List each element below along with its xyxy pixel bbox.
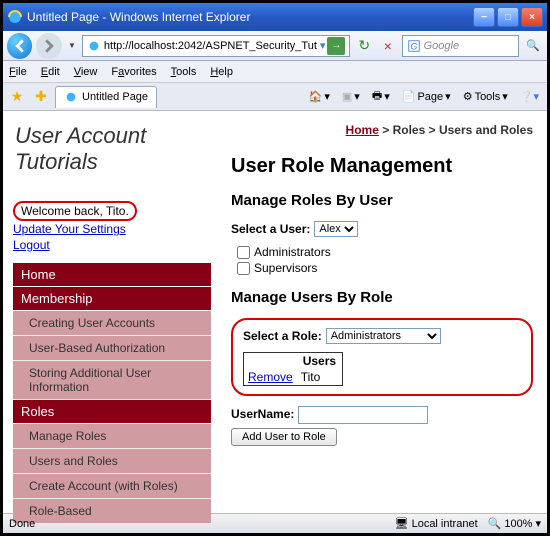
nav-creating-accounts[interactable]: Creating User Accounts (13, 311, 211, 336)
forward-button[interactable] (36, 33, 61, 59)
select-user-label: Select a User: (231, 222, 310, 236)
zoom-icon: 🔍 (488, 517, 502, 530)
status-text: Done (9, 518, 35, 530)
tab-bar: ★ ✚ Untitled Page 🏠 ▾ ▣ ▾ 🖶 ▾ 📄 Page ▾ ⚙… (3, 83, 547, 111)
menu-view[interactable]: View (74, 66, 98, 78)
nav-roles[interactable]: Roles (13, 400, 211, 424)
menu-tools[interactable]: Tools (171, 66, 197, 78)
refresh-button[interactable]: ↻ (354, 36, 374, 56)
menu-edit[interactable]: Edit (41, 66, 60, 78)
gear-icon: ⚙ (463, 90, 473, 103)
nav-history-dropdown-icon[interactable]: ▼ (66, 41, 78, 50)
page-menu[interactable]: 📄 Page ▾ (398, 90, 455, 103)
home-icon: 🏠 (309, 90, 323, 103)
back-button[interactable] (7, 33, 32, 59)
search-input[interactable]: G Google (402, 35, 520, 57)
nav-manage-roles[interactable]: Manage Roles (13, 424, 211, 449)
username-input[interactable] (298, 406, 428, 424)
role-checkbox-row: Supervisors (237, 261, 533, 275)
nav-user-auth[interactable]: User-Based Authorization (13, 336, 211, 361)
security-zone[interactable]: 🖥 Local intranet (395, 517, 478, 530)
print-button[interactable]: 🖶 ▾ (368, 87, 394, 106)
close-button[interactable]: × (521, 7, 543, 27)
checkbox-supervisors[interactable] (237, 262, 250, 275)
tab-label: Untitled Page (82, 91, 148, 103)
url-text: http://localhost:2042/ASPNET_Security_Tu… (101, 40, 320, 52)
breadcrumb-roles: Roles (393, 123, 426, 137)
ie-icon (7, 9, 23, 25)
google-icon: G (407, 39, 421, 53)
add-user-section: UserName: Add User to Role (231, 406, 533, 446)
checkbox-supervisors-label: Supervisors (254, 261, 317, 275)
menu-bar: File Edit View Favorites Tools Help (3, 61, 547, 83)
window-title: Untitled Page - Windows Internet Explore… (27, 10, 473, 24)
menu-help[interactable]: Help (210, 66, 233, 78)
section-roles-by-user: Manage Roles By User (231, 192, 533, 209)
rss-icon: ▣ (342, 90, 352, 103)
go-button[interactable]: → (327, 37, 345, 55)
page-body: User Account Tutorials Welcome back, Tit… (3, 111, 547, 513)
users-table: Users Remove Tito (243, 352, 343, 386)
svg-text:G: G (410, 41, 417, 51)
role-block: Select a Role: Administrators Users Remo… (231, 318, 533, 396)
zoom-control[interactable]: 🔍 100% ▾ (488, 517, 541, 530)
feeds-button[interactable]: ▣ ▾ (338, 90, 364, 103)
page-icon (87, 39, 101, 53)
maximize-button[interactable]: □ (497, 7, 519, 27)
nav-create-account-roles[interactable]: Create Account (with Roles) (13, 474, 211, 499)
breadcrumb-current: Users and Roles (439, 123, 533, 137)
update-settings-link[interactable]: Update Your Settings (13, 222, 217, 238)
url-field[interactable]: http://localhost:2042/ASPNET_Security_Tu… (82, 35, 351, 57)
select-user-dropdown[interactable]: Alex (314, 221, 358, 237)
nav-storing-info[interactable]: Storing Additional User Information (13, 361, 211, 400)
breadcrumb-home[interactable]: Home (346, 123, 379, 137)
side-nav: Home Membership Creating User Accounts U… (13, 263, 211, 524)
search-placeholder: Google (421, 40, 459, 52)
section-users-by-role: Manage Users By Role (231, 289, 533, 306)
checkbox-administrators[interactable] (237, 246, 250, 259)
username-label: UserName: (231, 407, 294, 421)
logout-link[interactable]: Logout (13, 238, 217, 254)
nav-home[interactable]: Home (13, 263, 211, 287)
browser-tab[interactable]: Untitled Page (55, 86, 157, 108)
help-icon[interactable]: ❔▾ (516, 90, 543, 103)
favorites-center-button[interactable]: ★ (7, 87, 27, 107)
address-bar: ▼ http://localhost:2042/ASPNET_Security_… (3, 31, 547, 61)
site-title: User Account Tutorials (15, 123, 217, 175)
add-favorites-button[interactable]: ✚ (31, 87, 51, 107)
minimize-button[interactable]: − (473, 7, 495, 27)
url-dropdown-icon[interactable]: ▾ (320, 39, 326, 52)
print-icon: 🖶 (372, 87, 382, 106)
menu-file[interactable]: File (9, 66, 27, 78)
users-header: Users (297, 353, 343, 370)
nav-users-roles[interactable]: Users and Roles (13, 449, 211, 474)
user-cell: Tito (297, 369, 343, 386)
tools-menu[interactable]: ⚙ Tools ▾ (459, 90, 512, 103)
add-user-button[interactable]: Add User to Role (231, 428, 337, 446)
window-titlebar: Untitled Page - Windows Internet Explore… (3, 3, 547, 31)
remove-user-link[interactable]: Remove (248, 370, 293, 384)
breadcrumb: Home > Roles > Users and Roles (231, 119, 533, 149)
nav-membership[interactable]: Membership (13, 287, 211, 311)
search-button[interactable]: 🔍 (523, 36, 543, 56)
nav-role-based[interactable]: Role-Based (13, 499, 211, 524)
select-role-dropdown[interactable]: Administrators (326, 328, 441, 344)
home-button[interactable]: 🏠 ▾ (305, 90, 334, 103)
checkbox-administrators-label: Administrators (254, 245, 331, 259)
welcome-message: Welcome back, Tito. (13, 201, 137, 221)
tab-page-icon (64, 90, 78, 104)
stop-button[interactable]: × (378, 36, 398, 56)
table-row: Remove Tito (244, 369, 343, 386)
menu-favorites[interactable]: Favorites (111, 66, 156, 78)
role-checkbox-row: Administrators (237, 245, 533, 259)
intranet-icon: 🖥 (395, 517, 409, 530)
select-role-label: Select a Role: (243, 329, 322, 343)
page-menu-icon: 📄 (402, 90, 416, 103)
page-heading: User Role Management (231, 155, 533, 178)
